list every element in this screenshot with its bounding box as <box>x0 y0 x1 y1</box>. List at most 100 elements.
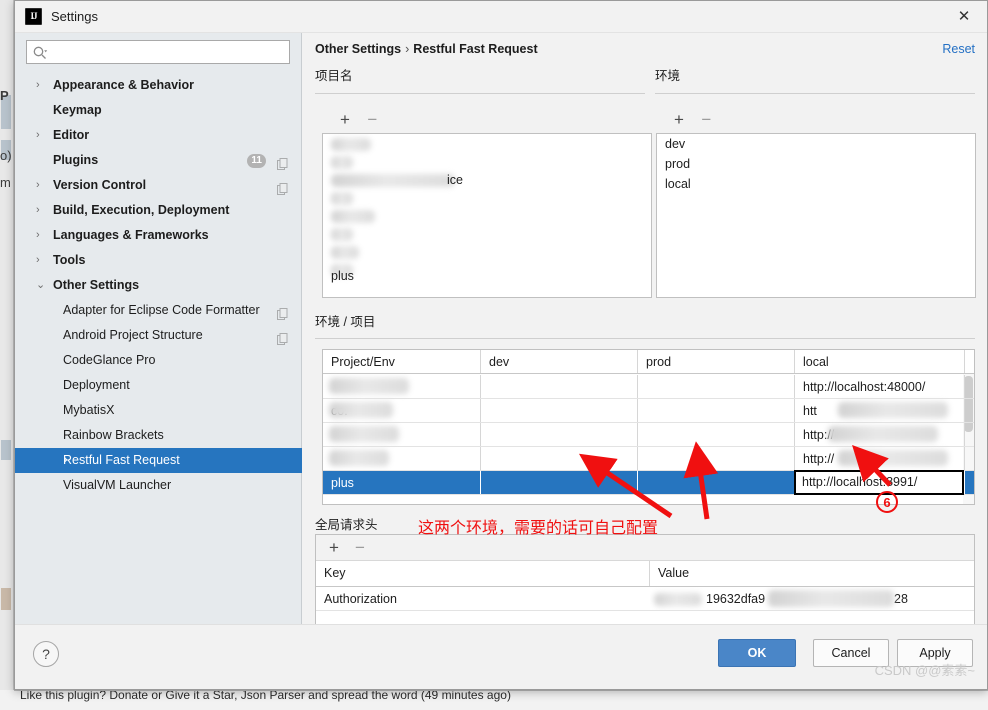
copy-settings-icon[interactable] <box>277 154 288 170</box>
matrix-cell-prod[interactable] <box>638 471 795 494</box>
column-header-key[interactable]: Key <box>316 561 649 586</box>
sidebar-item-tools[interactable]: › Tools <box>15 248 302 273</box>
settings-dialog: IJ Settings ✕ › Appearance & Behavior Keym… <box>14 0 988 690</box>
env-list-item[interactable]: prod <box>657 154 975 174</box>
list-item[interactable]: plus <box>323 266 354 286</box>
plus-icon[interactable]: + <box>667 109 691 131</box>
minus-icon[interactable]: − <box>360 109 384 131</box>
header-key-cell[interactable]: Authorization <box>316 587 649 610</box>
environment-list[interactable]: dev prod local <box>656 133 976 298</box>
redacted-text <box>768 590 894 607</box>
close-icon[interactable]: ✕ <box>941 1 987 32</box>
sidebar-item-languages-frameworks[interactable]: › Languages & Frameworks <box>15 223 302 248</box>
watermark: CSDN @@素素~ <box>874 663 975 678</box>
sidebar-item-keymap[interactable]: Keymap <box>15 98 302 123</box>
breadcrumb-current: Restful Fast Request <box>413 42 538 56</box>
ide-ghost-glyph: o) <box>0 148 12 163</box>
sidebar-item-label: VisualVM Launcher <box>63 478 172 492</box>
reset-link[interactable]: Reset <box>942 42 975 56</box>
search-field[interactable] <box>26 40 290 64</box>
copy-settings-icon[interactable] <box>277 179 288 195</box>
matrix-cell-prod[interactable] <box>638 375 795 398</box>
breadcrumb-parent[interactable]: Other Settings <box>315 42 401 56</box>
chevron-icon[interactable]: ⌄ <box>36 273 48 298</box>
matrix-cell-dev[interactable] <box>481 471 638 494</box>
ide-tool-strip <box>0 0 14 690</box>
sidebar-item-label: Rainbow Brackets <box>63 428 164 442</box>
minus-icon[interactable]: − <box>348 537 372 559</box>
minus-icon[interactable]: − <box>694 109 718 131</box>
column-header-project[interactable]: Project/Env <box>323 350 481 373</box>
plus-icon[interactable]: + <box>333 109 357 131</box>
column-header-dev[interactable]: dev <box>481 350 638 373</box>
chevron-icon[interactable]: › <box>36 198 48 223</box>
matrix-section-divider <box>315 338 975 339</box>
ide-status-text: Like this plugin? Donate or Give it a St… <box>20 690 511 702</box>
help-button[interactable]: ? <box>33 641 59 667</box>
global-headers-label: 全局请求头 <box>315 518 378 532</box>
matrix-cell-prod[interactable] <box>638 399 795 422</box>
redacted-text <box>329 378 409 394</box>
plus-icon[interactable]: + <box>322 537 346 559</box>
sidebar-item-visualvm-launcher[interactable]: VisualVM Launcher <box>15 473 302 498</box>
sidebar-item-build-execution-deployment[interactable]: › Build, Execution, Deployment <box>15 198 302 223</box>
copy-settings-icon[interactable] <box>277 304 288 320</box>
matrix-cell-local[interactable]: http://localhost:48000/ <box>795 375 965 398</box>
ok-button[interactable]: OK <box>718 639 796 667</box>
chevron-icon[interactable]: › <box>36 173 48 198</box>
column-header-value[interactable]: Value <box>650 561 974 586</box>
sidebar-item-label: Appearance & Behavior <box>53 78 195 92</box>
sidebar-item-rainbow-brackets[interactable]: Rainbow Brackets <box>15 423 302 448</box>
chevron-icon[interactable]: › <box>36 223 48 248</box>
copy-settings-icon[interactable] <box>277 329 288 345</box>
sidebar-item-label: Tools <box>53 253 86 267</box>
matrix-cell-dev[interactable] <box>481 375 638 398</box>
sidebar-item-label: Languages & Frameworks <box>53 228 209 242</box>
search-input[interactable] <box>51 43 283 62</box>
env-list-toolbar: + − <box>667 109 718 131</box>
matrix-cell-dev[interactable] <box>481 447 638 470</box>
sidebar-item-deployment[interactable]: Deployment <box>15 373 302 398</box>
matrix-cell-prod[interactable] <box>638 423 795 446</box>
env-list-item[interactable]: local <box>657 174 975 194</box>
redacted-text <box>329 402 393 418</box>
chevron-icon[interactable]: › <box>36 73 48 98</box>
sidebar-item-label: Build, Execution, Deployment <box>53 203 230 217</box>
sidebar-item-codeglance-pro[interactable]: CodeGlance Pro <box>15 348 302 373</box>
sidebar-item-other-settings[interactable]: ⌄ Other Settings <box>15 273 302 298</box>
column-header-prod[interactable]: prod <box>638 350 795 373</box>
sidebar-item-version-control[interactable]: › Version Control <box>15 173 302 198</box>
sidebar-item-restful-fast-request[interactable]: › Restful Fast Request <box>15 448 302 473</box>
sidebar-item-plugins[interactable]: Plugins 11 <box>15 148 302 173</box>
matrix-cell-dev[interactable] <box>481 423 638 446</box>
project-list[interactable]: ice plus <box>322 133 652 298</box>
env-list-item[interactable]: dev <box>657 134 975 154</box>
chevron-icon[interactable]: › <box>36 123 48 148</box>
sidebar-item-appearance-behavior[interactable]: › Appearance & Behavior <box>15 73 302 98</box>
sidebar-item-editor[interactable]: › Editor <box>15 123 302 148</box>
project-list-toolbar: + − <box>333 109 384 131</box>
env-project-table[interactable]: Project/Env dev prod local http://localhost:… <box>322 349 975 505</box>
sidebar-item-adapter-for-eclipse-code-formatter[interactable]: Adapter for Eclipse Code Formatter <box>15 298 302 323</box>
env-project-matrix-label: 环境 / 项目 <box>315 315 376 329</box>
matrix-cell-editor[interactable]: http://localhost:8991/ <box>794 470 964 495</box>
list-item[interactable]: ice <box>447 170 463 190</box>
matrix-cell-project[interactable]: plus <box>323 471 481 494</box>
chevron-icon[interactable]: › <box>64 448 76 473</box>
header-value-cell[interactable]: 19632dfa9 28 <box>650 587 974 610</box>
matrix-cell-dev[interactable] <box>481 399 638 422</box>
dialog-title: Settings <box>51 9 98 24</box>
sidebar-item-label: Restful Fast Request <box>63 453 180 467</box>
sidebar-item-mybatisx[interactable]: MybatisX <box>15 398 302 423</box>
redacted-text <box>331 156 353 169</box>
chevron-icon[interactable]: › <box>36 248 48 273</box>
matrix-cell-prod[interactable] <box>638 447 795 470</box>
table-row[interactable]: Authorization 19632dfa9 28 <box>316 587 974 611</box>
table-row[interactable]: http://localhost:48000/ <box>323 375 974 399</box>
redacted-text <box>838 402 948 418</box>
redacted-text <box>331 228 353 241</box>
sidebar-item-android-project-structure[interactable]: Android Project Structure <box>15 323 302 348</box>
column-header-local[interactable]: local <box>795 350 965 373</box>
